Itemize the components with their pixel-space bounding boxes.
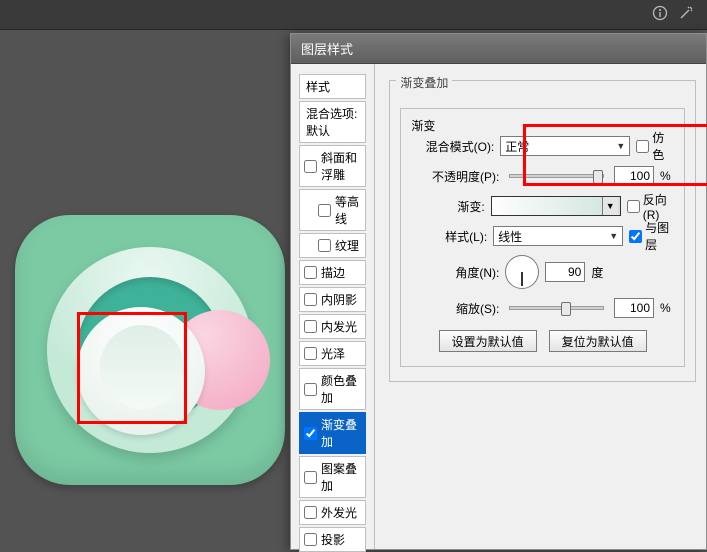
checkbox-patternoverlay[interactable] [304, 471, 317, 484]
info-icon[interactable] [649, 2, 671, 24]
dial-needle [521, 272, 523, 286]
blend-mode-select[interactable]: 正常 ▼ [500, 136, 630, 156]
style-inner-glow[interactable]: 内发光 [299, 314, 366, 339]
checkbox-texture[interactable] [318, 239, 331, 252]
dialog-title: 图层样式 [291, 34, 706, 64]
chevron-down-icon: ▼ [602, 197, 618, 215]
style-select[interactable]: 线性 ▼ [493, 226, 623, 246]
styles-heading[interactable]: 样式 [299, 74, 366, 99]
annotation-box-canvas [77, 312, 187, 424]
scale-slider[interactable] [509, 306, 604, 310]
align-check[interactable] [629, 230, 642, 243]
style-label: 颜色叠加 [321, 372, 361, 406]
gradient-label: 渐变: [411, 198, 484, 215]
reset-default-button[interactable]: 复位为默认值 [549, 330, 647, 352]
checkbox-innerglow[interactable] [304, 320, 317, 333]
dither-check[interactable] [636, 140, 649, 153]
blend-mode-label: 混合模式(O): [411, 138, 494, 155]
slider-knob[interactable] [593, 170, 603, 184]
align-label: 与图层 [645, 219, 674, 253]
style-label: 描边 [321, 264, 345, 281]
wand-icon[interactable] [675, 2, 697, 24]
checkbox-coloroverlay[interactable] [304, 383, 317, 396]
checkbox-contour[interactable] [318, 204, 331, 217]
style-label: 外发光 [321, 504, 357, 521]
scale-input[interactable] [614, 298, 654, 318]
style-label: 纹理 [335, 237, 359, 254]
style-label: 内发光 [321, 318, 357, 335]
checkbox-gradientoverlay[interactable] [304, 427, 317, 440]
dither-checkbox[interactable]: 仿色 [636, 129, 674, 163]
style-label: 图案叠加 [321, 460, 361, 494]
icon-artwork [15, 215, 285, 485]
style-satin[interactable]: 光泽 [299, 341, 366, 366]
scale-label: 缩放(S): [411, 300, 499, 317]
style-bevel-emboss[interactable]: 斜面和浮雕 [299, 145, 366, 187]
gradient-legend: 渐变 [411, 119, 435, 133]
align-checkbox[interactable]: 与图层 [629, 219, 674, 253]
style-label: 样式(L): [411, 228, 487, 245]
style-label: 投影 [321, 531, 345, 548]
checkbox-innershadow[interactable] [304, 293, 317, 306]
style-outer-glow[interactable]: 外发光 [299, 500, 366, 525]
layer-style-dialog: 图层样式 样式 混合选项:默认 斜面和浮雕 等高线 纹理 描边 内阴影 内发光 … [290, 33, 707, 550]
style-color-overlay[interactable]: 颜色叠加 [299, 368, 366, 410]
style-label: 渐变叠加 [321, 416, 361, 450]
style-pattern-overlay[interactable]: 图案叠加 [299, 456, 366, 498]
style-drop-shadow[interactable]: 投影 [299, 527, 366, 552]
checkbox-outerglow[interactable] [304, 506, 317, 519]
canvas-area [0, 30, 290, 550]
reverse-checkbox[interactable]: 反向(R) [627, 191, 674, 222]
style-stroke[interactable]: 描边 [299, 260, 366, 285]
checkbox-satin[interactable] [304, 347, 317, 360]
effect-panel: 渐变叠加 渐变 混合模式(O): 正常 ▼ 仿色 不透明度(P): [375, 64, 706, 549]
style-label: 内阴影 [321, 291, 357, 308]
style-label: 等高线 [335, 193, 361, 227]
section-title: 渐变叠加 [396, 74, 452, 91]
app-toolbar [0, 0, 707, 30]
blend-options-default[interactable]: 混合选项:默认 [299, 101, 366, 143]
style-contour[interactable]: 等高线 [299, 189, 366, 231]
pct-label: % [660, 301, 674, 315]
toolbar-icons [649, 2, 697, 24]
set-default-button[interactable]: 设置为默认值 [439, 330, 537, 352]
gradient-swatch[interactable]: ▼ [491, 196, 621, 216]
gradient-fieldset: 渐变 混合模式(O): 正常 ▼ 仿色 不透明度(P): % [400, 108, 685, 367]
slider-knob[interactable] [561, 302, 571, 316]
style-list: 样式 混合选项:默认 斜面和浮雕 等高线 纹理 描边 内阴影 内发光 光泽 颜色… [291, 64, 375, 549]
dither-label: 仿色 [652, 129, 674, 163]
style-label: 斜面和浮雕 [321, 149, 361, 183]
blend-mode-value: 正常 [505, 138, 529, 155]
gradient-overlay-fieldset: 渐变叠加 渐变 混合模式(O): 正常 ▼ 仿色 不透明度(P): [389, 80, 696, 382]
chevron-down-icon: ▼ [616, 141, 625, 151]
style-inner-shadow[interactable]: 内阴影 [299, 287, 366, 312]
opacity-slider[interactable] [509, 174, 604, 178]
angle-label: 角度(N): [411, 264, 499, 281]
opacity-input[interactable] [614, 166, 654, 186]
checkbox-bevel[interactable] [304, 160, 317, 173]
opacity-label: 不透明度(P): [411, 168, 499, 185]
reverse-check[interactable] [627, 200, 640, 213]
reverse-label: 反向(R) [643, 191, 674, 222]
angle-dial[interactable] [505, 255, 539, 289]
checkbox-dropshadow[interactable] [304, 533, 317, 546]
pct-label: % [660, 169, 674, 183]
angle-input[interactable] [545, 262, 585, 282]
checkbox-stroke[interactable] [304, 266, 317, 279]
style-gradient-overlay[interactable]: 渐变叠加 [299, 412, 366, 454]
style-value: 线性 [498, 228, 522, 245]
style-label: 光泽 [321, 345, 345, 362]
chevron-down-icon: ▼ [609, 231, 618, 241]
style-texture[interactable]: 纹理 [299, 233, 366, 258]
angle-unit: 度 [591, 264, 603, 281]
